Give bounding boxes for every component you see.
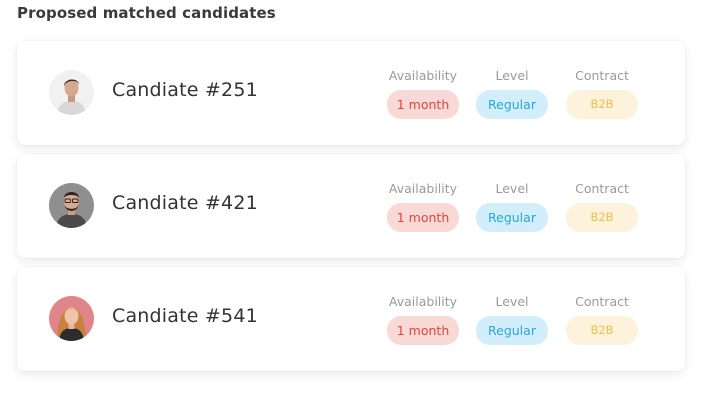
candidate-name[interactable]: Candiate #421 bbox=[112, 192, 258, 214]
level-label: Level bbox=[495, 68, 529, 83]
availability-column: Availability 1 month bbox=[380, 293, 466, 345]
availability-column: Availability 1 month bbox=[380, 180, 466, 232]
contract-label: Contract bbox=[575, 181, 629, 196]
level-badge: Regular bbox=[476, 203, 548, 232]
availability-badge: 1 month bbox=[387, 316, 459, 345]
level-column: Level Regular bbox=[469, 67, 555, 119]
level-column: Level Regular bbox=[469, 180, 555, 232]
contract-badge: B2B bbox=[566, 316, 638, 345]
availability-badge: 1 month bbox=[387, 90, 459, 119]
contract-column: Contract B2B bbox=[559, 180, 645, 232]
availability-label: Availability bbox=[388, 68, 458, 83]
availability-label: Availability bbox=[388, 294, 458, 309]
avatar bbox=[49, 70, 94, 115]
contract-badge: B2B bbox=[566, 203, 638, 232]
avatar bbox=[49, 296, 94, 341]
candidate-name[interactable]: Candiate #541 bbox=[112, 305, 258, 327]
candidate-card[interactable]: Candiate #541 Availability 1 month Level… bbox=[17, 267, 685, 371]
availability-label: Availability bbox=[388, 181, 458, 196]
availability-column: Availability 1 month bbox=[380, 67, 466, 119]
page-title: Proposed matched candidates bbox=[17, 4, 276, 22]
availability-badge: 1 month bbox=[387, 203, 459, 232]
person-photo-icon bbox=[49, 183, 94, 228]
contract-badge: B2B bbox=[566, 90, 638, 119]
level-label: Level bbox=[495, 181, 529, 196]
level-column: Level Regular bbox=[469, 293, 555, 345]
candidate-name[interactable]: Candiate #251 bbox=[112, 79, 258, 101]
avatar bbox=[49, 183, 94, 228]
contract-column: Contract B2B bbox=[559, 67, 645, 119]
person-photo-icon bbox=[49, 296, 94, 341]
level-label: Level bbox=[495, 294, 529, 309]
candidate-card[interactable]: Candiate #251 Availability 1 month Level… bbox=[17, 41, 685, 145]
level-badge: Regular bbox=[476, 90, 548, 119]
level-badge: Regular bbox=[476, 316, 548, 345]
person-photo-icon bbox=[49, 70, 94, 115]
contract-label: Contract bbox=[575, 294, 629, 309]
contract-column: Contract B2B bbox=[559, 293, 645, 345]
contract-label: Contract bbox=[575, 68, 629, 83]
candidate-card[interactable]: Candiate #421 Availability 1 month Level… bbox=[17, 154, 685, 258]
